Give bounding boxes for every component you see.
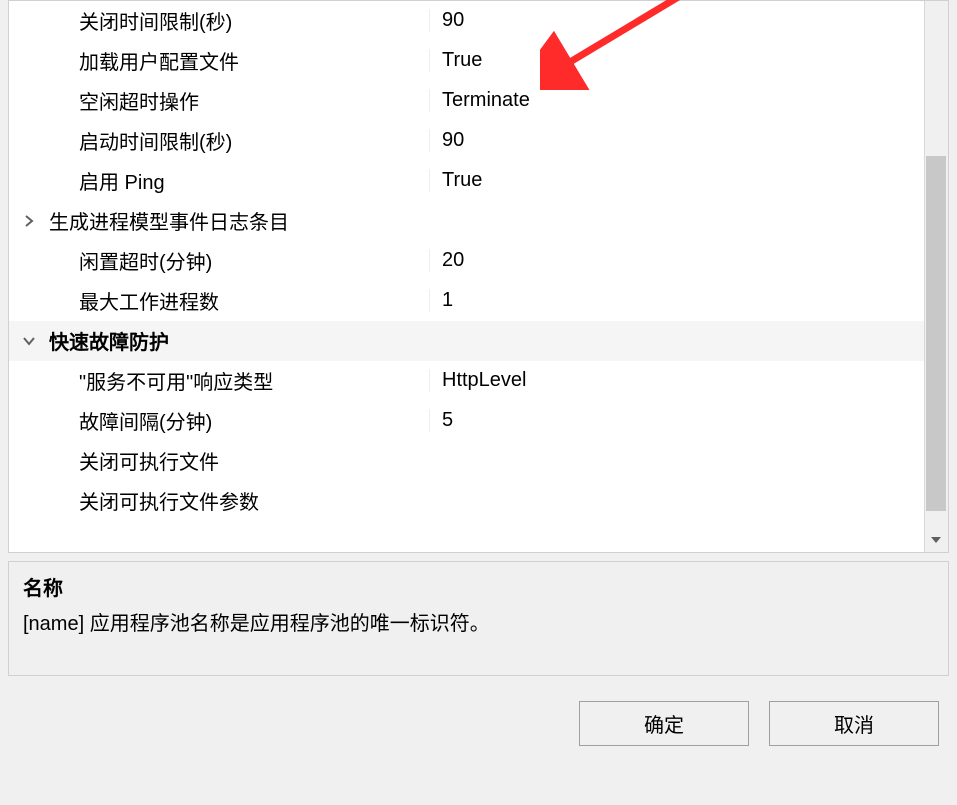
property-label: 生成进程模型事件日志条目 xyxy=(49,206,429,235)
scrollbar-thumb[interactable] xyxy=(926,156,946,511)
property-value[interactable]: 5 xyxy=(429,409,948,432)
cancel-button[interactable]: 取消 xyxy=(769,701,939,746)
property-row[interactable]: 启用 PingTrue xyxy=(9,161,948,201)
property-label: "服务不可用"响应类型 xyxy=(49,366,429,395)
property-value[interactable]: 90 xyxy=(429,9,948,32)
property-row[interactable]: 生成进程模型事件日志条目 xyxy=(9,201,948,241)
vertical-scrollbar[interactable] xyxy=(924,1,948,552)
ok-button[interactable]: 确定 xyxy=(579,701,749,746)
property-value[interactable]: HttpLevel xyxy=(429,369,948,392)
property-value[interactable]: True xyxy=(429,169,948,192)
chevron-right-icon[interactable] xyxy=(9,214,49,228)
scrollbar-down-arrow[interactable] xyxy=(926,530,946,550)
button-bar: 确定 取消 xyxy=(0,676,957,746)
help-description: [name] 应用程序池名称是应用程序池的唯一标识符。 xyxy=(23,607,934,636)
property-row[interactable]: 最大工作进程数1 xyxy=(9,281,948,321)
help-panel: 名称 [name] 应用程序池名称是应用程序池的唯一标识符。 xyxy=(8,561,949,676)
property-row[interactable]: 闲置超时(分钟)20 xyxy=(9,241,948,281)
property-label: 关闭可执行文件 xyxy=(49,446,429,475)
property-label: 关闭可执行文件参数 xyxy=(49,486,429,515)
property-value[interactable]: True xyxy=(429,49,948,72)
property-grid[interactable]: 关闭时间限制(秒)90加载用户配置文件True空闲超时操作Terminate启动… xyxy=(8,0,949,553)
property-label: 关闭时间限制(秒) xyxy=(49,6,429,35)
property-value[interactable]: Terminate xyxy=(429,89,948,112)
property-value[interactable]: 20 xyxy=(429,249,948,272)
property-row[interactable]: 空闲超时操作Terminate xyxy=(9,81,948,121)
property-label: 启动时间限制(秒) xyxy=(49,126,429,155)
property-label: 启用 Ping xyxy=(49,166,429,195)
chevron-down-icon[interactable] xyxy=(9,336,49,346)
property-label: 空闲超时操作 xyxy=(49,86,429,115)
property-value[interactable]: 1 xyxy=(429,289,948,312)
property-label: 闲置超时(分钟) xyxy=(49,246,429,275)
property-row[interactable]: 加载用户配置文件True xyxy=(9,41,948,81)
property-label: 快速故障防护 xyxy=(49,326,429,355)
property-row[interactable]: 关闭可执行文件 xyxy=(9,441,948,481)
property-row[interactable]: 关闭可执行文件参数 xyxy=(9,481,948,521)
property-label: 加载用户配置文件 xyxy=(49,46,429,75)
property-row[interactable]: 关闭时间限制(秒)90 xyxy=(9,1,948,41)
property-row[interactable]: "服务不可用"响应类型HttpLevel xyxy=(9,361,948,401)
property-label: 故障间隔(分钟) xyxy=(49,406,429,435)
property-row[interactable]: 故障间隔(分钟)5 xyxy=(9,401,948,441)
property-category[interactable]: 快速故障防护 xyxy=(9,321,948,361)
property-row[interactable]: 启动时间限制(秒)90 xyxy=(9,121,948,161)
property-value[interactable]: 90 xyxy=(429,129,948,152)
help-title: 名称 xyxy=(23,572,934,601)
property-label: 最大工作进程数 xyxy=(49,286,429,315)
